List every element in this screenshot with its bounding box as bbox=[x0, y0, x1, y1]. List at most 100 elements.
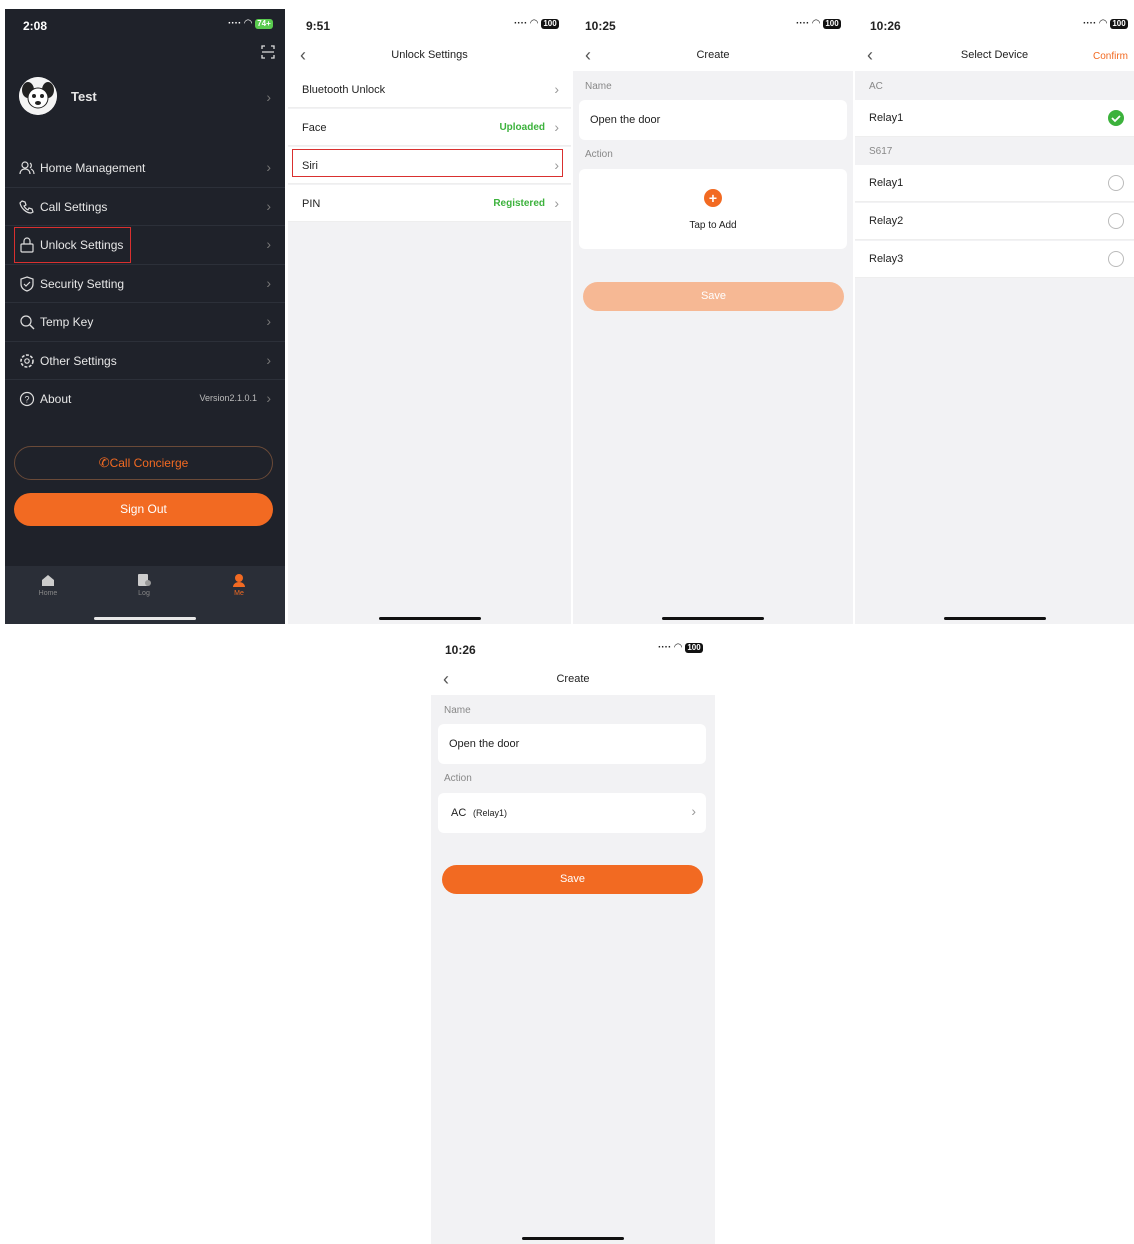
tab-log[interactable]: Log bbox=[114, 573, 174, 597]
row-label: Siri bbox=[302, 160, 318, 172]
menu-item-label: Security Setting bbox=[40, 276, 125, 291]
battery-icon: 100 bbox=[685, 642, 703, 653]
home-indicator bbox=[662, 617, 764, 620]
action-row[interactable]: AC (Relay1) › bbox=[438, 793, 706, 833]
name-field[interactable]: Open the door bbox=[579, 100, 847, 140]
scan-icon[interactable] bbox=[261, 45, 275, 59]
nav-bar: ‹ Select Device Confirm bbox=[855, 43, 1134, 71]
phone-me-screen: 2:08 ···· ◠ 74+ Test › Home Management ›… bbox=[5, 9, 285, 624]
name-field[interactable]: Open the door bbox=[438, 724, 706, 764]
battery-icon: 100 bbox=[823, 18, 841, 29]
status-icons: ···· ◠ 100 bbox=[1083, 18, 1128, 29]
signal-icon: ···· bbox=[1082, 18, 1097, 29]
group-label-ac: AC bbox=[869, 81, 883, 92]
version-text: Version2.1.0.1 bbox=[199, 393, 257, 403]
call-concierge-button[interactable]: ✆Call Concierge bbox=[14, 446, 273, 480]
tab-label: Log bbox=[138, 590, 150, 597]
chevron-right-icon: › bbox=[554, 157, 559, 173]
menu-item-home-management[interactable]: Home Management › bbox=[5, 149, 285, 188]
chevron-right-icon: › bbox=[266, 159, 271, 175]
avatar bbox=[19, 77, 57, 115]
home-indicator bbox=[94, 617, 196, 620]
radio-icon bbox=[1108, 251, 1124, 267]
row-face[interactable]: Face Uploaded › bbox=[288, 109, 571, 146]
tab-bar: Home Log Me bbox=[5, 566, 285, 624]
battery-icon: 74+ bbox=[255, 18, 273, 29]
wifi-icon: ◠ bbox=[1099, 18, 1107, 29]
tab-home[interactable]: Home bbox=[18, 573, 78, 597]
menu-item-other-settings[interactable]: Other Settings › bbox=[5, 342, 285, 380]
sign-out-button[interactable]: Sign Out bbox=[14, 493, 273, 526]
menu-item-unlock-settings[interactable]: Unlock Settings › bbox=[5, 226, 285, 265]
status-badge: Uploaded bbox=[499, 122, 545, 133]
device-label: Relay1 bbox=[869, 177, 904, 189]
save-button[interactable]: Save bbox=[583, 282, 844, 311]
status-time: 10:25 bbox=[585, 19, 616, 33]
action-device: AC bbox=[451, 807, 467, 819]
menu-item-temp-key[interactable]: Temp Key › bbox=[5, 303, 285, 342]
wifi-icon: ◠ bbox=[244, 18, 252, 29]
row-bluetooth-unlock[interactable]: Bluetooth Unlock › bbox=[288, 71, 571, 108]
name-section-label: Name bbox=[585, 81, 612, 92]
row-label: Bluetooth Unlock bbox=[302, 84, 386, 96]
menu-item-label: Other Settings bbox=[40, 353, 117, 368]
nav-bar: ‹ Create bbox=[573, 43, 853, 71]
phone-select-device: 10:26 ···· ◠ 100 ‹ Select Device Confirm… bbox=[855, 9, 1134, 624]
chevron-right-icon: › bbox=[266, 390, 271, 406]
svg-text:?: ? bbox=[24, 395, 29, 405]
chevron-right-icon: › bbox=[266, 274, 271, 291]
device-row-s617-relay3[interactable]: Relay3 bbox=[855, 241, 1134, 278]
device-row-s617-relay2[interactable]: Relay2 bbox=[855, 203, 1134, 240]
add-icon: + bbox=[704, 189, 722, 207]
tap-to-add-label: Tap to Add bbox=[689, 220, 737, 231]
home-users-icon bbox=[19, 161, 35, 175]
status-icons: ···· ◠ 100 bbox=[796, 18, 841, 29]
chevron-right-icon: › bbox=[266, 236, 271, 252]
tap-to-add-card[interactable]: + Tap to Add bbox=[579, 169, 847, 249]
wifi-icon: ◠ bbox=[530, 18, 538, 29]
device-row-s617-relay1[interactable]: Relay1 bbox=[855, 165, 1134, 202]
tab-me[interactable]: Me bbox=[209, 573, 269, 597]
action-section-label: Action bbox=[585, 149, 613, 160]
status-time: 2:08 bbox=[23, 19, 48, 33]
gear-icon bbox=[20, 353, 34, 368]
menu-item-label: About bbox=[40, 392, 72, 406]
home-icon bbox=[42, 575, 54, 586]
menu-item-about[interactable]: ? About Version2.1.0.1 › bbox=[5, 380, 285, 419]
home-indicator bbox=[378, 617, 481, 620]
menu-item-label: Unlock Settings bbox=[40, 238, 124, 252]
chevron-right-icon: › bbox=[266, 351, 271, 368]
confirm-button[interactable]: Confirm bbox=[1093, 51, 1128, 62]
signal-icon: ···· bbox=[513, 18, 528, 29]
chevron-right-icon: › bbox=[691, 803, 696, 819]
status-time: 10:26 bbox=[445, 643, 476, 657]
device-label: Relay3 bbox=[869, 253, 904, 265]
wifi-icon: ◠ bbox=[674, 642, 682, 653]
save-button[interactable]: Save bbox=[442, 865, 703, 894]
device-label: Relay2 bbox=[869, 215, 904, 227]
status-icons: ···· ◠ 100 bbox=[658, 642, 703, 653]
device-row-ac-relay1[interactable]: Relay1 bbox=[855, 100, 1134, 137]
status-time: 9:51 bbox=[306, 19, 331, 33]
chevron-right-icon: › bbox=[266, 89, 271, 105]
signal-icon: ···· bbox=[657, 642, 672, 653]
radio-icon bbox=[1108, 175, 1124, 191]
lock-icon bbox=[20, 237, 34, 253]
nav-bar: ‹ Create bbox=[431, 667, 715, 695]
row-label: Face bbox=[302, 122, 327, 134]
chevron-right-icon: › bbox=[554, 195, 559, 211]
name-field-value: Open the door bbox=[449, 738, 520, 750]
question-icon: ? bbox=[19, 391, 35, 407]
menu-item-call-settings[interactable]: Call Settings › bbox=[5, 188, 285, 226]
profile-row[interactable]: Test › bbox=[5, 75, 285, 125]
highlight-box bbox=[292, 149, 563, 177]
shield-icon bbox=[20, 275, 34, 292]
action-relay: (Relay1) bbox=[473, 808, 508, 818]
status-time: 10:26 bbox=[870, 19, 901, 33]
menu-item-security-setting[interactable]: Security Setting › bbox=[5, 265, 285, 303]
status-icons: ···· ◠ 100 bbox=[514, 18, 559, 29]
status-bar: 2:08 ···· ◠ 74+ bbox=[5, 9, 285, 49]
row-pin[interactable]: PIN Registered › bbox=[288, 185, 571, 222]
signal-icon: ···· bbox=[227, 18, 242, 29]
row-siri[interactable]: Siri › bbox=[288, 147, 571, 184]
